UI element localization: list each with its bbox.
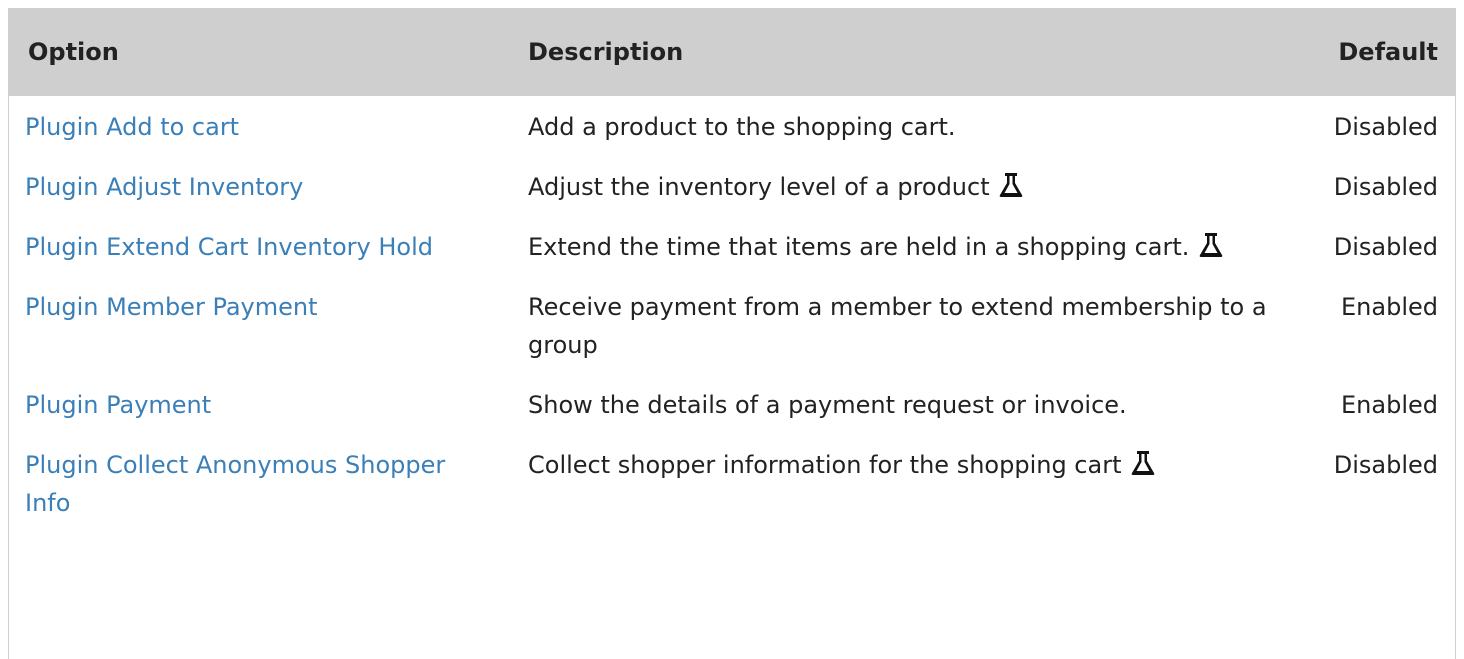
description-cell: Show the details of a payment request or… xyxy=(516,374,1296,434)
option-link[interactable]: Plugin Adjust Inventory xyxy=(25,173,303,201)
table-row: Plugin Collect Anonymous Shopper Info Co… xyxy=(8,434,1456,532)
header-option[interactable]: Option xyxy=(8,8,516,96)
default-value: Enabled xyxy=(1341,293,1438,321)
description-cell: Adjust the inventory level of a product xyxy=(516,156,1296,216)
description-cell: Extend the time that items are held in a… xyxy=(516,216,1296,276)
description-text: Adjust the inventory level of a product xyxy=(528,173,990,201)
description-text: Receive payment from a member to extend … xyxy=(528,293,1267,359)
description-text: Show the details of a payment request or… xyxy=(528,391,1127,419)
description-cell: Receive payment from a member to extend … xyxy=(516,276,1296,374)
flask-icon xyxy=(999,173,1023,197)
option-cell: Plugin Extend Cart Inventory Hold xyxy=(8,216,516,276)
option-link[interactable]: Plugin Member Payment xyxy=(25,293,318,321)
default-value: Disabled xyxy=(1333,113,1438,141)
option-cell: Plugin Adjust Inventory xyxy=(8,156,516,216)
table-row: Plugin Extend Cart Inventory Hold Extend… xyxy=(8,216,1456,276)
option-link[interactable]: Plugin Extend Cart Inventory Hold xyxy=(25,233,433,261)
table-header-row: Option Description Default xyxy=(8,8,1456,96)
table-row: Plugin Adjust Inventory Adjust the inven… xyxy=(8,156,1456,216)
flask-icon xyxy=(1199,233,1223,257)
description-cell: Add a product to the shopping cart. xyxy=(516,96,1296,156)
default-value: Disabled xyxy=(1333,233,1438,261)
option-link[interactable]: Plugin Add to cart xyxy=(25,113,239,141)
option-cell: Plugin Add to cart xyxy=(8,96,516,156)
header-default[interactable]: Default xyxy=(1296,8,1456,96)
header-description[interactable]: Description xyxy=(516,8,1296,96)
option-cell: Plugin Collect Anonymous Shopper Info xyxy=(8,434,516,532)
default-value: Enabled xyxy=(1341,391,1438,419)
description-text: Collect shopper information for the shop… xyxy=(528,451,1122,479)
option-link[interactable]: Plugin Collect Anonymous Shopper Info xyxy=(25,451,445,517)
table-row: Plugin Payment Show the details of a pay… xyxy=(8,374,1456,434)
default-value: Disabled xyxy=(1333,451,1438,479)
option-cell: Plugin Payment xyxy=(8,374,516,434)
table-row: Plugin Member Payment Receive payment fr… xyxy=(8,276,1456,374)
flask-icon xyxy=(1131,451,1155,475)
default-value: Disabled xyxy=(1333,173,1438,201)
option-link[interactable]: Plugin Payment xyxy=(25,391,211,419)
table-row: Plugin Add to cart Add a product to the … xyxy=(8,96,1456,156)
description-text: Add a product to the shopping cart. xyxy=(528,113,956,141)
option-cell: Plugin Member Payment xyxy=(8,276,516,374)
description-cell: Collect shopper information for the shop… xyxy=(516,434,1296,532)
plugin-options-table: Option Description Default Plugin Add to… xyxy=(8,8,1456,532)
description-text: Extend the time that items are held in a… xyxy=(528,233,1190,261)
